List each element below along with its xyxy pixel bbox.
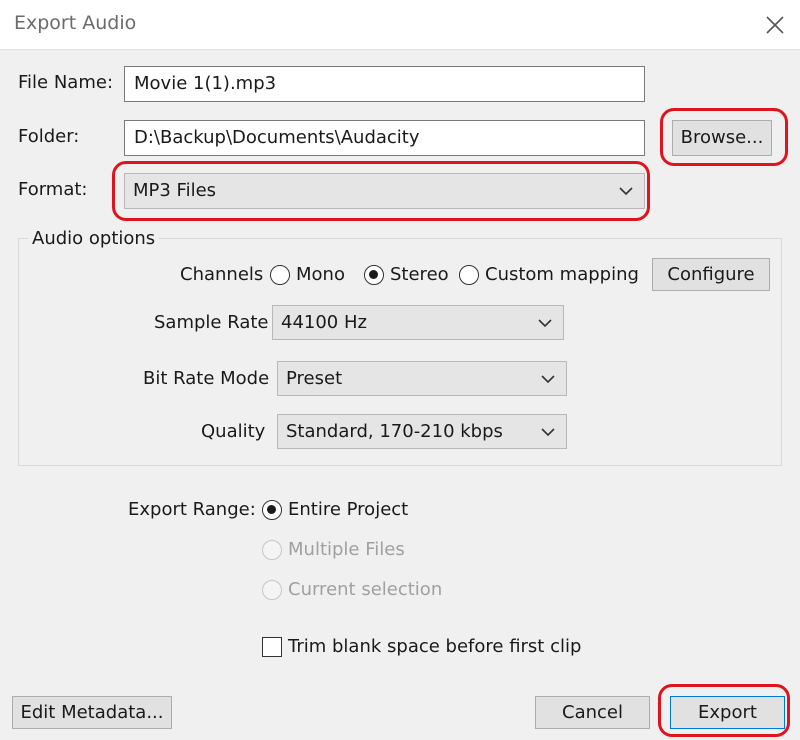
channel-mono-radio[interactable] (270, 265, 290, 285)
chevron-down-icon (541, 428, 555, 437)
range-entire-project-radio[interactable] (262, 500, 282, 520)
bit-rate-mode-label: Bit Rate Mode (143, 368, 270, 389)
channel-stereo-label[interactable]: Stereo (390, 264, 449, 285)
folder-input[interactable]: D:\Backup\Documents\Audacity (124, 120, 645, 156)
quality-dropdown[interactable]: Standard, 170-210 kbps (277, 414, 567, 449)
quality-value: Standard, 170-210 kbps (286, 421, 503, 442)
trim-blank-space-label[interactable]: Trim blank space before first clip (288, 636, 581, 657)
trim-blank-space-checkbox[interactable] (262, 637, 282, 657)
sample-rate-value: 44100 Hz (281, 312, 367, 333)
cancel-button[interactable]: Cancel (535, 696, 650, 729)
range-current-selection-radio[interactable] (262, 580, 282, 600)
channel-custom-radio[interactable] (459, 265, 479, 285)
export-button[interactable]: Export (670, 696, 785, 729)
chevron-down-icon (541, 375, 555, 384)
channel-mono-label[interactable]: Mono (296, 264, 345, 285)
sample-rate-label: Sample Rate (154, 312, 269, 333)
chevron-down-icon (619, 187, 633, 196)
sample-rate-dropdown[interactable]: 44100 Hz (272, 305, 564, 340)
folder-label: Folder: (18, 126, 80, 147)
bit-rate-mode-dropdown[interactable]: Preset (277, 361, 567, 396)
range-entire-project-label[interactable]: Entire Project (288, 499, 408, 520)
audio-options-title: Audio options (28, 228, 160, 249)
close-icon[interactable] (762, 12, 788, 38)
range-multiple-files-label[interactable]: Multiple Files (288, 539, 405, 560)
format-value: MP3 Files (133, 180, 217, 201)
window-title: Export Audio (14, 12, 137, 34)
title-bar: Export Audio (0, 0, 800, 50)
browse-button[interactable]: Browse... (672, 120, 772, 156)
channel-custom-label[interactable]: Custom mapping (485, 264, 639, 285)
channel-stereo-radio[interactable] (364, 265, 384, 285)
range-current-selection-label[interactable]: Current selection (288, 579, 442, 600)
chevron-down-icon (538, 319, 552, 328)
file-name-input[interactable]: Movie 1(1).mp3 (124, 66, 645, 102)
export-range-label: Export Range: (128, 499, 256, 520)
format-label: Format: (18, 179, 88, 200)
channels-label: Channels (180, 264, 264, 285)
range-multiple-files-radio[interactable] (262, 540, 282, 560)
configure-button[interactable]: Configure (652, 258, 770, 291)
bit-rate-mode-value: Preset (286, 368, 343, 389)
quality-label: Quality (201, 421, 266, 442)
format-dropdown[interactable]: MP3 Files (124, 173, 645, 209)
edit-metadata-button[interactable]: Edit Metadata... (12, 696, 172, 729)
file-name-label: File Name: (18, 72, 114, 93)
